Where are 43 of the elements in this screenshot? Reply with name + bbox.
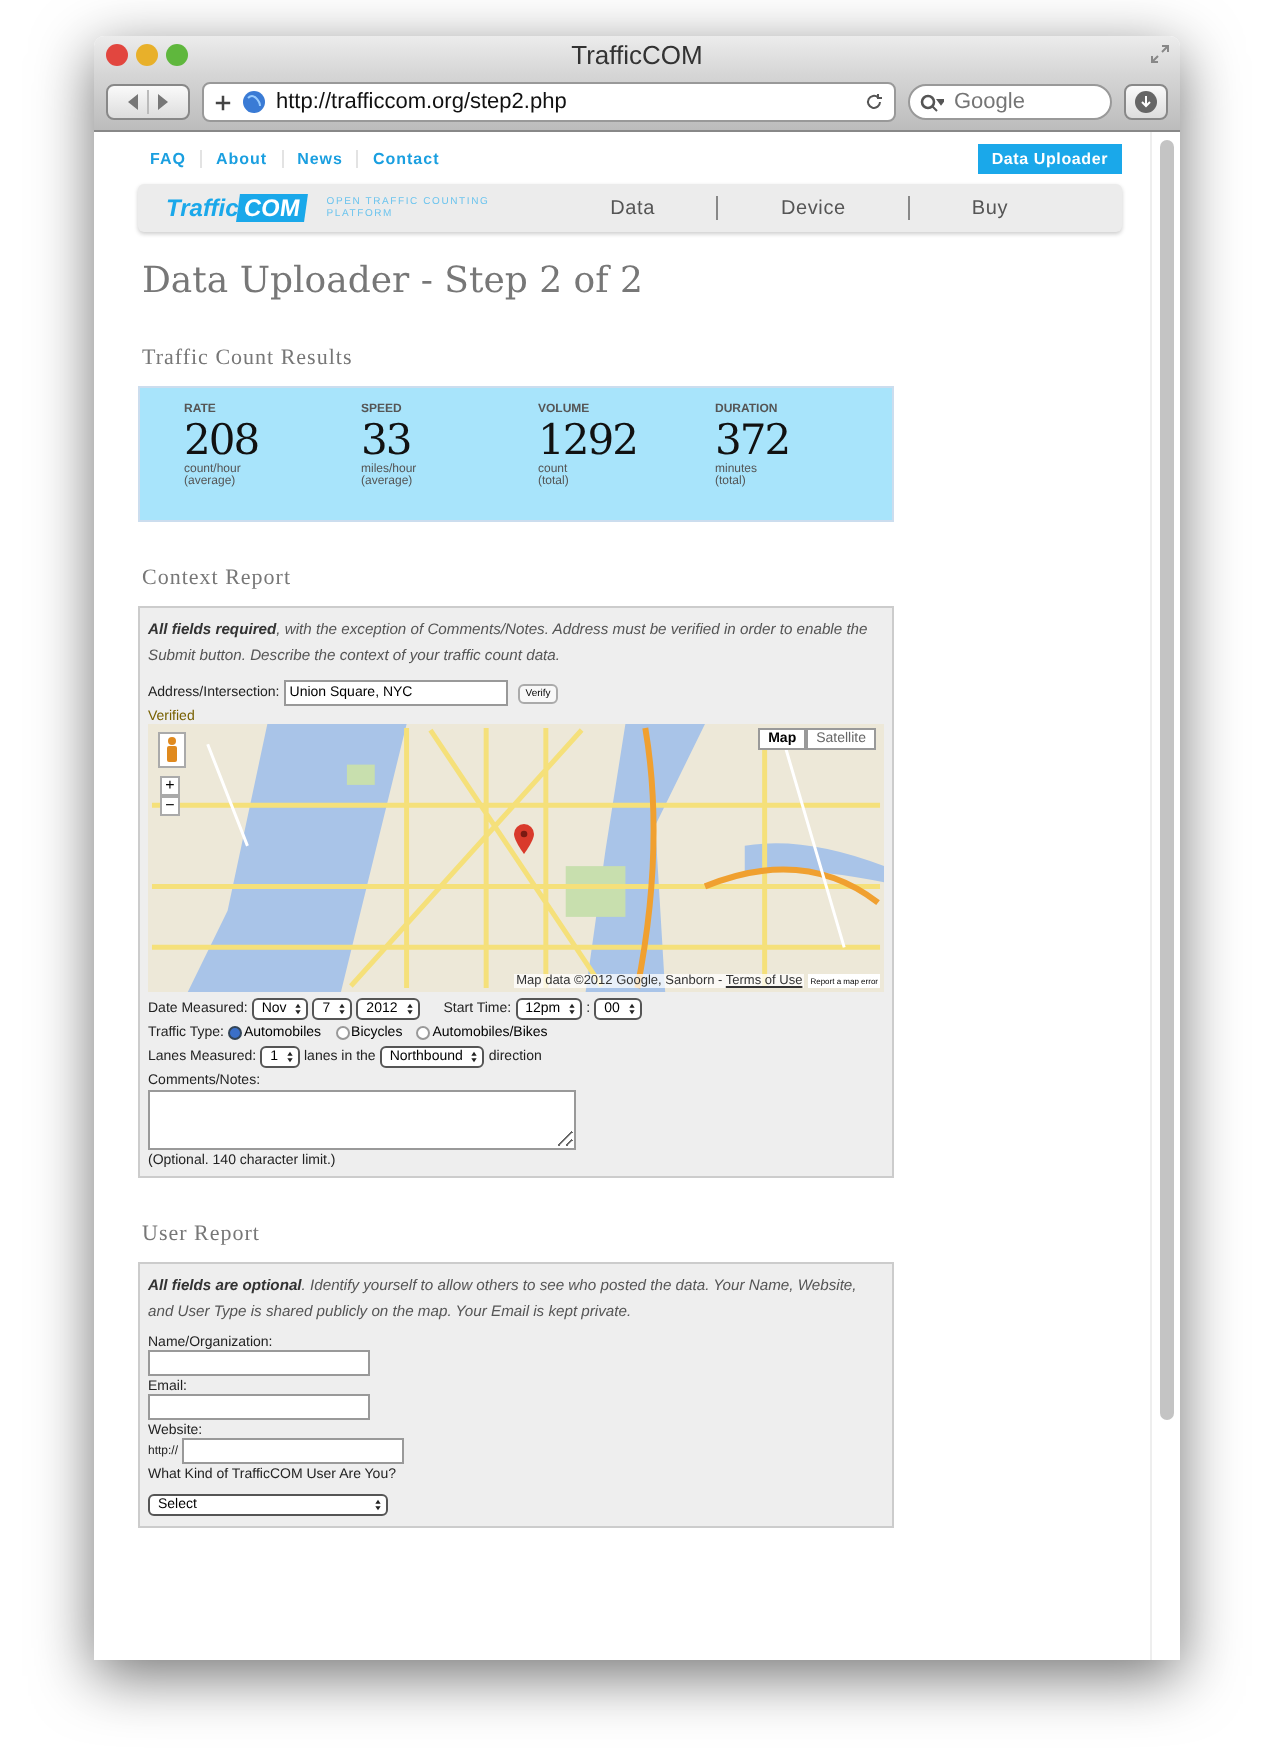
stat-value: 33 [361,416,411,464]
updown-arrow-icon [627,1002,636,1016]
stat-value: 1292 [538,416,639,464]
section-heading: Context Report [142,566,294,590]
text-field[interactable] [148,1350,370,1376]
window-title: TrafficCOM [571,40,703,70]
minimize-icon[interactable] [136,44,158,66]
fullscreen-icon[interactable] [1150,44,1170,64]
text-field[interactable] [148,1394,370,1420]
menu-link[interactable]: Buy [909,197,1070,219]
updown-arrow-icon [374,1498,382,1512]
scrollbar-thumb[interactable] [1159,140,1173,1420]
menu-link[interactable]: Data [548,197,717,219]
menu-link[interactable]: Device [718,197,908,219]
search-field[interactable]: Google [908,84,1112,120]
zoom-button[interactable]: − [160,796,180,816]
add-icon[interactable] [214,93,232,111]
downloads-button[interactable] [1124,84,1168,120]
comments-field[interactable] [148,1090,576,1150]
back-forward-button[interactable] [106,84,190,120]
search-icon [920,94,944,114]
zoom-button[interactable]: + [160,776,180,796]
download-icon[interactable] [1134,90,1158,114]
section-heading: User Report [142,1222,262,1246]
text-field[interactable] [182,1438,405,1464]
updown-arrow-icon [338,1002,347,1016]
section-heading: Traffic Count Results [142,346,355,370]
stat-value: 372 [715,416,792,464]
address-bar[interactable]: http://trafficcom.org/step2.php [202,82,896,122]
close-icon[interactable] [106,44,128,66]
map-pin-icon[interactable] [514,824,534,854]
person-icon[interactable] [158,732,186,768]
updown-arrow-icon [405,1002,414,1016]
url-text: http://trafficcom.org/step2.php [276,90,569,114]
reload-icon[interactable] [864,92,884,112]
updown-arrow-icon [286,1050,294,1064]
page-title: Data Uploader - Step 2 of 2 [142,260,645,302]
zoom-icon[interactable] [166,44,188,66]
updown-arrow-icon [294,1002,303,1016]
globe-icon [242,90,266,114]
updown-arrow-icon [470,1050,479,1064]
updown-arrow-icon [568,1002,577,1016]
stat-value: 208 [184,416,261,464]
